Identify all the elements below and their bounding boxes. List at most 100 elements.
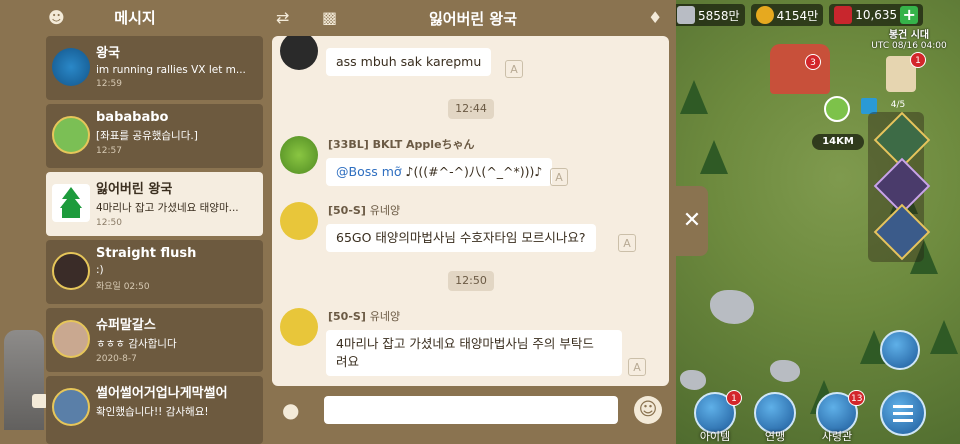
rock-icon xyxy=(710,290,754,324)
conversation-item[interactable]: Straight flush :) 화요일 02:50 xyxy=(46,240,263,304)
bell-icon[interactable]: ♦ xyxy=(648,8,662,27)
message-text: ♪(((#^-^)八(^_^*)))♪ xyxy=(401,164,543,179)
chat-input-bar: ● ☺ xyxy=(270,390,676,444)
message-sender[interactable]: [33BL] BKLT Appleちゃん xyxy=(328,136,475,152)
message-bubble[interactable]: @Boss mỡ ♪(((#^-^)八(^_^*)))♪ xyxy=(326,158,553,186)
menu-icon xyxy=(893,405,913,422)
sender-name: BKLT Appleちゃん xyxy=(372,138,475,151)
message-sender[interactable]: [50-S] 유네양 xyxy=(328,202,400,218)
chat-message: ass mbuh sak karepmu A xyxy=(280,36,660,82)
gold-resource[interactable]: 4154만 xyxy=(750,4,824,26)
stone-amount: 5858만 xyxy=(698,8,740,23)
commander-label: 사령관 xyxy=(821,430,853,443)
close-chat-button[interactable]: ✕ xyxy=(676,186,708,256)
chat-panel: ⇄ ▩ 잃어버린 왕국 ♦ ass mbuh sak karepmu A 12:… xyxy=(270,0,676,444)
conversation-preview: [좌표를 공유했습니다.] xyxy=(96,130,198,142)
gold-amount: 4154만 xyxy=(776,8,819,23)
message-list-header: ☻ 메시지 xyxy=(0,0,270,34)
items-badge: 1 xyxy=(726,390,742,406)
conversation-time: 화요일 02:50 xyxy=(96,282,150,292)
menu-button[interactable] xyxy=(880,390,926,436)
era-label: 봉건 시대 xyxy=(888,30,930,41)
conversation-time: 2020-8-7 xyxy=(96,354,137,364)
avatar xyxy=(280,202,318,240)
message-bubble[interactable]: 65GO 태양의마법사님 수호자타임 모르시나요? xyxy=(326,224,596,252)
translate-icon[interactable]: A xyxy=(618,234,636,252)
sender-name: 유네양 xyxy=(369,310,401,323)
chat-message: [33BL] BKLT Appleちゃん @Boss mỡ ♪(((#^-^)八… xyxy=(280,136,660,196)
message-input[interactable] xyxy=(324,396,618,424)
server-time: UTC 08/16 04:00 xyxy=(871,41,947,51)
tree-icon xyxy=(680,80,708,114)
march-distance: 14KM xyxy=(812,134,864,150)
gold-coin-icon xyxy=(755,6,774,24)
alliance-tag: [50-S] xyxy=(328,310,366,323)
conversation-item[interactable]: 슈퍼말갈스 ㅎㅎㅎ 감사합니다 2020-8-7 xyxy=(46,308,263,372)
chat-messages[interactable]: ass mbuh sak karepmu A 12:44 [33BL] BKLT… xyxy=(272,36,669,386)
conversation-preview: 확인했습니다!! 감사해요! xyxy=(96,406,209,418)
globe-icon xyxy=(52,48,90,86)
stone-resource[interactable]: 5858만 xyxy=(672,4,745,26)
tree-icon xyxy=(700,140,728,174)
message-sender[interactable]: [50-S] 유네양 xyxy=(328,308,400,324)
conversation-name: Straight flush xyxy=(96,246,197,261)
gem-amount: 10,635 xyxy=(855,8,898,22)
conversation-time: 12:59 xyxy=(96,79,122,89)
conversation-time: 12:50 xyxy=(96,218,122,228)
avatar xyxy=(52,320,90,358)
conversation-item-active[interactable]: 잃어버린 왕국 4마리나 잡고 가셨네요 태양마... 12:50 xyxy=(46,172,263,236)
time-separator: 12:50 xyxy=(448,271,494,291)
quest-badge: 1 xyxy=(910,52,926,68)
alliance-label: 연맹 xyxy=(764,430,786,443)
message-text: 4마리나 잡고 가셨네요 태양마법사님 주의 부탁드 xyxy=(336,336,594,351)
mail-button[interactable] xyxy=(880,330,920,370)
sender-name: 유네양 xyxy=(369,204,401,217)
march-troop-icon[interactable] xyxy=(824,96,850,122)
city-badge: 3 xyxy=(805,54,821,70)
message-text: 려요 xyxy=(336,354,360,369)
gem-resource[interactable]: 10,635 + xyxy=(829,4,924,26)
translate-icon[interactable]: A xyxy=(550,168,568,186)
emoji-button[interactable]: ☺ xyxy=(634,396,662,424)
conversation-time: 12:57 xyxy=(96,146,122,156)
march-count: 4/5 xyxy=(890,100,906,110)
conversation-name: 왕국 xyxy=(96,46,120,61)
rock-icon xyxy=(770,360,800,382)
conversation-preview: 4마리나 잡고 가셨네요 태양마... xyxy=(96,202,239,214)
time-separator: 12:44 xyxy=(448,99,494,119)
microphone-icon[interactable]: ● xyxy=(282,398,302,426)
conversation-name: 잃어버린 왕국 xyxy=(96,182,173,197)
alliance-tag: [33BL] xyxy=(328,138,369,151)
avatar xyxy=(52,252,90,290)
conversation-item[interactable]: 왕국 im running rallies VX let m... 12:59 xyxy=(46,36,263,100)
add-gems-button[interactable]: + xyxy=(900,6,919,24)
translate-icon[interactable]: A xyxy=(505,60,523,78)
translate-icon[interactable]: A xyxy=(628,358,646,376)
conversation-item[interactable]: 썰어썰어거업나게막썰어 확인했습니다!! 감사해요! xyxy=(46,376,263,444)
city-building-icon[interactable] xyxy=(770,44,830,94)
message-bubble[interactable]: ass mbuh sak karepmu xyxy=(326,48,492,76)
message-list-panel: ☻ 메시지 왕국 im running rallies VX let m... … xyxy=(0,0,270,444)
conversation-preview: ㅎㅎㅎ 감사합니다 xyxy=(96,338,177,350)
gem-icon xyxy=(834,6,853,24)
chat-message: [50-S] 유네양 65GO 태양의마법사님 수호자타임 모르시나요? A xyxy=(280,202,660,262)
resource-bar: 5858만 4154만 10,635 + xyxy=(672,2,960,28)
items-label: 아이템 xyxy=(699,430,731,443)
alliance-flag-icon xyxy=(52,184,90,222)
stone-icon xyxy=(677,6,695,24)
chat-title: 잃어버린 왕국 xyxy=(428,10,518,28)
avatar xyxy=(52,388,90,426)
conversation-item[interactable]: babababo [좌표를 공유했습니다.] 12:57 xyxy=(46,104,263,168)
avatar xyxy=(52,116,90,154)
alliance-tag: [50-S] xyxy=(328,204,366,217)
chat-header: ⇄ ▩ 잃어버린 왕국 ♦ xyxy=(270,0,676,34)
apple-avatar-icon xyxy=(280,136,318,174)
mention[interactable]: @Boss mỡ xyxy=(336,164,402,179)
message-list-title: 메시지 xyxy=(114,8,156,27)
era-indicator: 봉건 시대 UTC 08/16 04:00 xyxy=(860,30,958,52)
conversation-name: babababo xyxy=(96,110,169,125)
conversation-preview: im running rallies VX let m... xyxy=(96,64,246,76)
chat-message: [50-S] 유네양 4마리나 잡고 가셨네요 태양마법사님 주의 부탁드 려요… xyxy=(280,308,660,386)
avatar xyxy=(280,36,318,70)
message-bubble[interactable]: 4마리나 잡고 가셨네요 태양마법사님 주의 부탁드 려요 xyxy=(326,330,622,376)
